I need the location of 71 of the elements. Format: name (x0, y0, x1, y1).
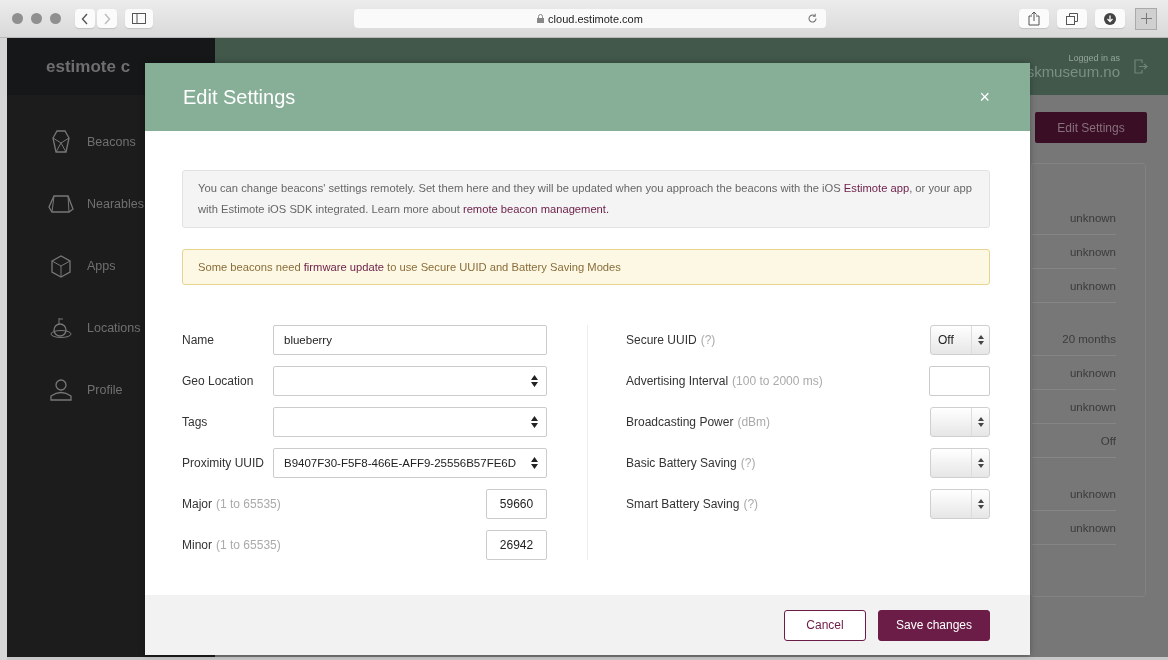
detail-value: 20 months (1062, 332, 1116, 345)
field-label: Smart Battery Saving (?) (626, 497, 760, 511)
tag-shape-icon (47, 195, 75, 213)
sidebar-toggle-button[interactable] (125, 9, 153, 28)
select-field[interactable] (273, 407, 547, 437)
detail-value: unknown (1069, 211, 1116, 224)
warning-text: Some beacons need firmware update to use Secure UUID and Battery Saving Modes (182, 249, 990, 285)
detail-value: unknown (1069, 366, 1116, 379)
share-button[interactable] (1019, 9, 1049, 28)
share-icon (1028, 11, 1040, 26)
field-label: Proximity UUID (182, 456, 265, 470)
link[interactable]: firmware update (303, 261, 384, 273)
new-tab-button[interactable] (1135, 7, 1157, 30)
field-label: Broadcasting Power (dBm) (626, 415, 772, 429)
tabs-button[interactable] (1057, 9, 1087, 28)
number-field[interactable] (929, 366, 990, 396)
dialog-button[interactable]: Cancel (784, 609, 866, 641)
close-window-icon[interactable] (12, 13, 23, 24)
detail-value: unknown (1069, 279, 1116, 292)
detail-value: Off (1100, 434, 1116, 447)
user-name: skmuseum.no (1026, 63, 1120, 80)
url-text: cloud.estimote.com (548, 12, 643, 25)
download-button[interactable] (1095, 9, 1125, 28)
sidebar-icon (132, 13, 146, 24)
address-bar[interactable]: cloud.estimote.com (354, 9, 826, 28)
number-field[interactable]: 59660 (486, 489, 547, 519)
logout-icon[interactable] (1134, 59, 1148, 74)
select-field[interactable] (930, 489, 990, 519)
detail-value: unknown (1069, 521, 1116, 534)
updown-icon (977, 499, 984, 509)
reload-icon[interactable] (807, 13, 818, 24)
person-icon (47, 379, 75, 401)
back-icon (81, 12, 89, 25)
info-text: You can change beacons' settings remotely. Set them here and they will be updated when you approach the beacons with the iOS Estimote app, or your app with Estimote iOS SDK integrated. Learn more about remote beacon management. (182, 170, 990, 228)
detail-value: unknown (1069, 245, 1116, 258)
updown-icon (977, 458, 984, 468)
forward-icon (103, 12, 111, 25)
tabs-icon (1066, 12, 1078, 25)
select-field[interactable] (930, 448, 990, 478)
logo-text: estimote c (46, 56, 131, 77)
edit-settings-button[interactable]: Edit Settings (1035, 112, 1147, 143)
updown-icon (977, 335, 984, 345)
field-label: Minor (1 to 65535) (182, 538, 281, 552)
updown-icon (531, 375, 538, 387)
field-label: Major (1 to 65535) (182, 497, 281, 511)
select-field[interactable] (273, 366, 547, 396)
lock-icon (537, 14, 545, 23)
updown-icon (531, 416, 538, 428)
select-field[interactable]: B9407F30-F5F8-466E-AFF9-25556B57FE6D (273, 448, 547, 478)
link[interactable]: remote beacon management. (462, 203, 610, 215)
back-button[interactable] (75, 9, 95, 28)
plus-icon (1140, 13, 1152, 24)
detail-value: unknown (1069, 400, 1116, 413)
updown-icon (531, 457, 538, 469)
field-label: Secure UUID (?) (626, 333, 717, 347)
select-field[interactable] (930, 407, 990, 437)
zoom-window-icon[interactable] (50, 13, 61, 24)
field-label: Basic Battery Saving (?) (626, 456, 757, 470)
updown-icon (977, 417, 984, 427)
download-icon (1104, 12, 1116, 25)
text-field[interactable]: blueberry (273, 325, 547, 355)
dialog-title: Edit Settings (183, 85, 296, 109)
field-label: Geo Location (182, 374, 255, 388)
detail-value: unknown (1069, 487, 1116, 500)
field-label: Name (182, 333, 215, 347)
dialog-button[interactable]: Save changes (878, 609, 990, 641)
minimize-window-icon[interactable] (31, 13, 42, 24)
field-label: Advertising Interval (100 to 2000 ms) (626, 374, 824, 388)
select-field[interactable]: Off (930, 325, 990, 355)
number-field[interactable]: 26942 (486, 530, 547, 560)
field-label: Tags (182, 415, 209, 429)
